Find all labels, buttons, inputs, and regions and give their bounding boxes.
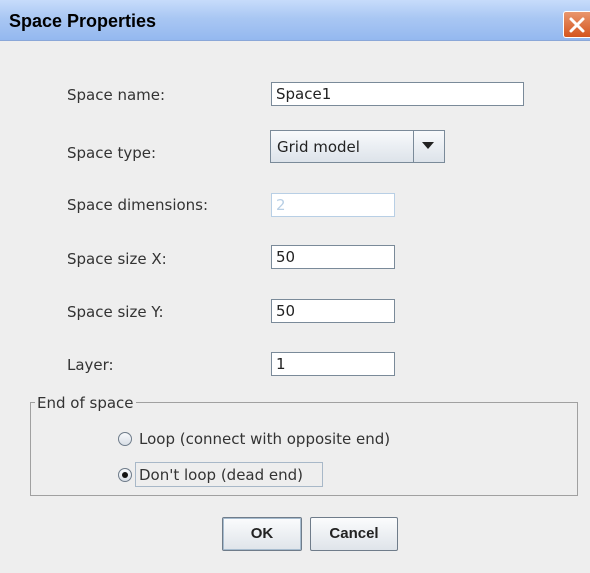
space-size-y-label: Space size Y:: [67, 303, 164, 321]
space-size-x-input[interactable]: 50: [271, 245, 395, 269]
space-name-input[interactable]: Space1: [271, 82, 524, 106]
dialog-title-bar: Space Properties: [0, 0, 590, 41]
space-type-value: Grid model: [277, 138, 360, 156]
loop-radio[interactable]: [118, 432, 132, 446]
space-size-x-label: Space size X:: [67, 250, 167, 268]
space-type-select[interactable]: Grid model: [270, 130, 445, 163]
space-type-dropdown-button[interactable]: [413, 131, 444, 162]
close-icon: [569, 17, 585, 33]
dialog-title: Space Properties: [9, 11, 157, 31]
dont-loop-radio[interactable]: [118, 468, 132, 482]
space-size-y-input[interactable]: 50: [271, 299, 395, 323]
end-of-space-title: End of space: [35, 394, 136, 412]
space-dimensions-input: 2: [271, 193, 395, 217]
space-dimensions-label: Space dimensions:: [67, 196, 209, 214]
dont-loop-radio-label[interactable]: Don't loop (dead end): [139, 466, 303, 484]
cancel-button[interactable]: Cancel: [310, 517, 398, 551]
ok-button[interactable]: OK: [222, 517, 302, 551]
layer-label: Layer:: [67, 356, 114, 374]
chevron-down-icon: [422, 142, 434, 149]
loop-radio-label[interactable]: Loop (connect with opposite end): [139, 430, 390, 448]
radio-selected-dot: [122, 472, 128, 478]
layer-input[interactable]: 1: [271, 352, 395, 376]
space-name-label: Space name:: [67, 86, 166, 104]
close-button[interactable]: [563, 11, 590, 38]
space-type-label: Space type:: [67, 144, 157, 162]
